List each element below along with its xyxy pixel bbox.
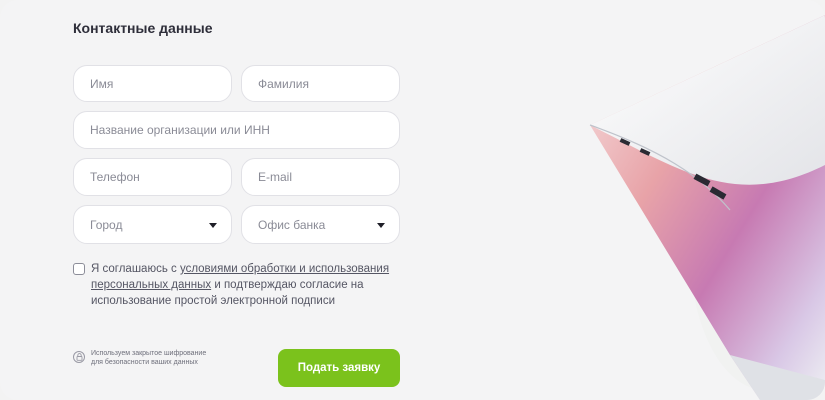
- first-name-input[interactable]: [90, 76, 231, 91]
- laptop-image: [589, 15, 825, 400]
- phone-input[interactable]: [90, 170, 231, 184]
- consent-text: Я соглашаюсь с условиями обработки и исп…: [91, 261, 408, 309]
- caret-down-icon: [209, 222, 217, 228]
- first-name-field[interactable]: [73, 65, 232, 102]
- email-field[interactable]: [241, 158, 400, 196]
- organization-field[interactable]: [73, 111, 400, 149]
- email-input[interactable]: [258, 170, 399, 184]
- contact-form-card: Контактные данные Город Офис банка Я сог…: [0, 0, 825, 400]
- consent-prefix: Я соглашаюсь с: [91, 263, 180, 275]
- encryption-note-line2: для безопасности ваших данных: [91, 359, 198, 366]
- bank-office-select-label: Офис банка: [258, 217, 326, 232]
- last-name-field[interactable]: [241, 65, 400, 102]
- encryption-note: Используем закрытое шифрование для безоп…: [91, 349, 206, 367]
- encryption-note-line1: Используем закрытое шифрование: [91, 350, 207, 357]
- form-title: Контактные данные: [73, 20, 213, 36]
- organization-input[interactable]: [90, 123, 399, 137]
- phone-field[interactable]: [73, 158, 232, 196]
- city-select[interactable]: Город: [73, 205, 232, 244]
- city-select-label: Город: [90, 217, 123, 232]
- consent-checkbox[interactable]: [73, 263, 85, 275]
- last-name-input[interactable]: [258, 76, 399, 91]
- bank-office-select[interactable]: Офис банка: [241, 205, 400, 244]
- consent-block: Я соглашаюсь с условиями обработки и исп…: [73, 261, 408, 309]
- submit-application-button[interactable]: Подать заявку: [278, 349, 400, 387]
- caret-down-icon: [377, 222, 385, 228]
- lock-icon: [73, 351, 85, 363]
